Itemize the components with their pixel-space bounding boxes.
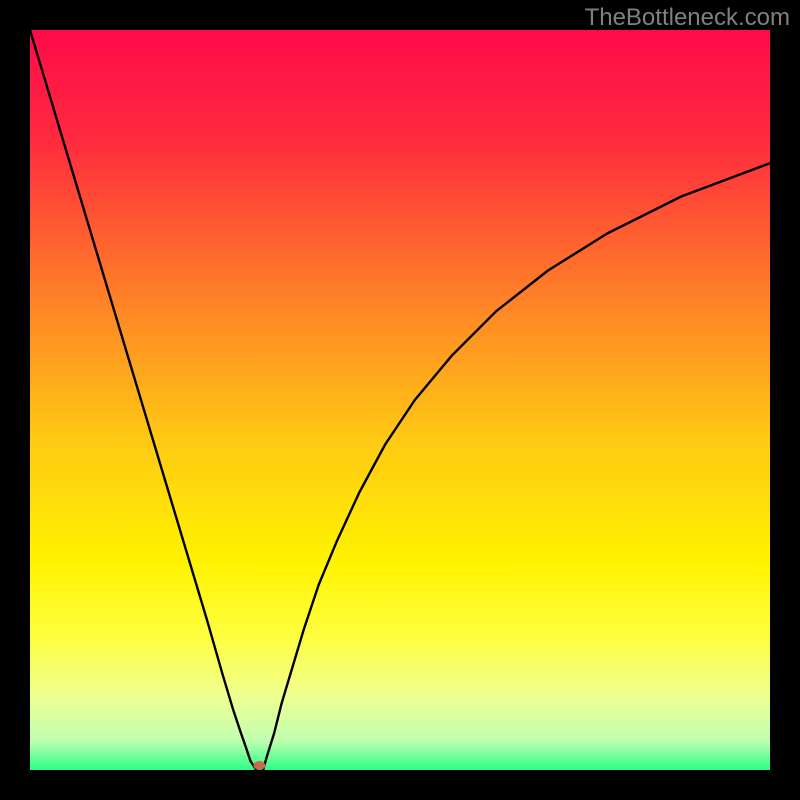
watermark-text: TheBottleneck.com [585, 4, 790, 32]
chart-frame: TheBottleneck.com [0, 0, 800, 800]
minimum-marker [253, 761, 265, 770]
plot-area [30, 30, 770, 770]
bottleneck-chart [30, 30, 770, 770]
